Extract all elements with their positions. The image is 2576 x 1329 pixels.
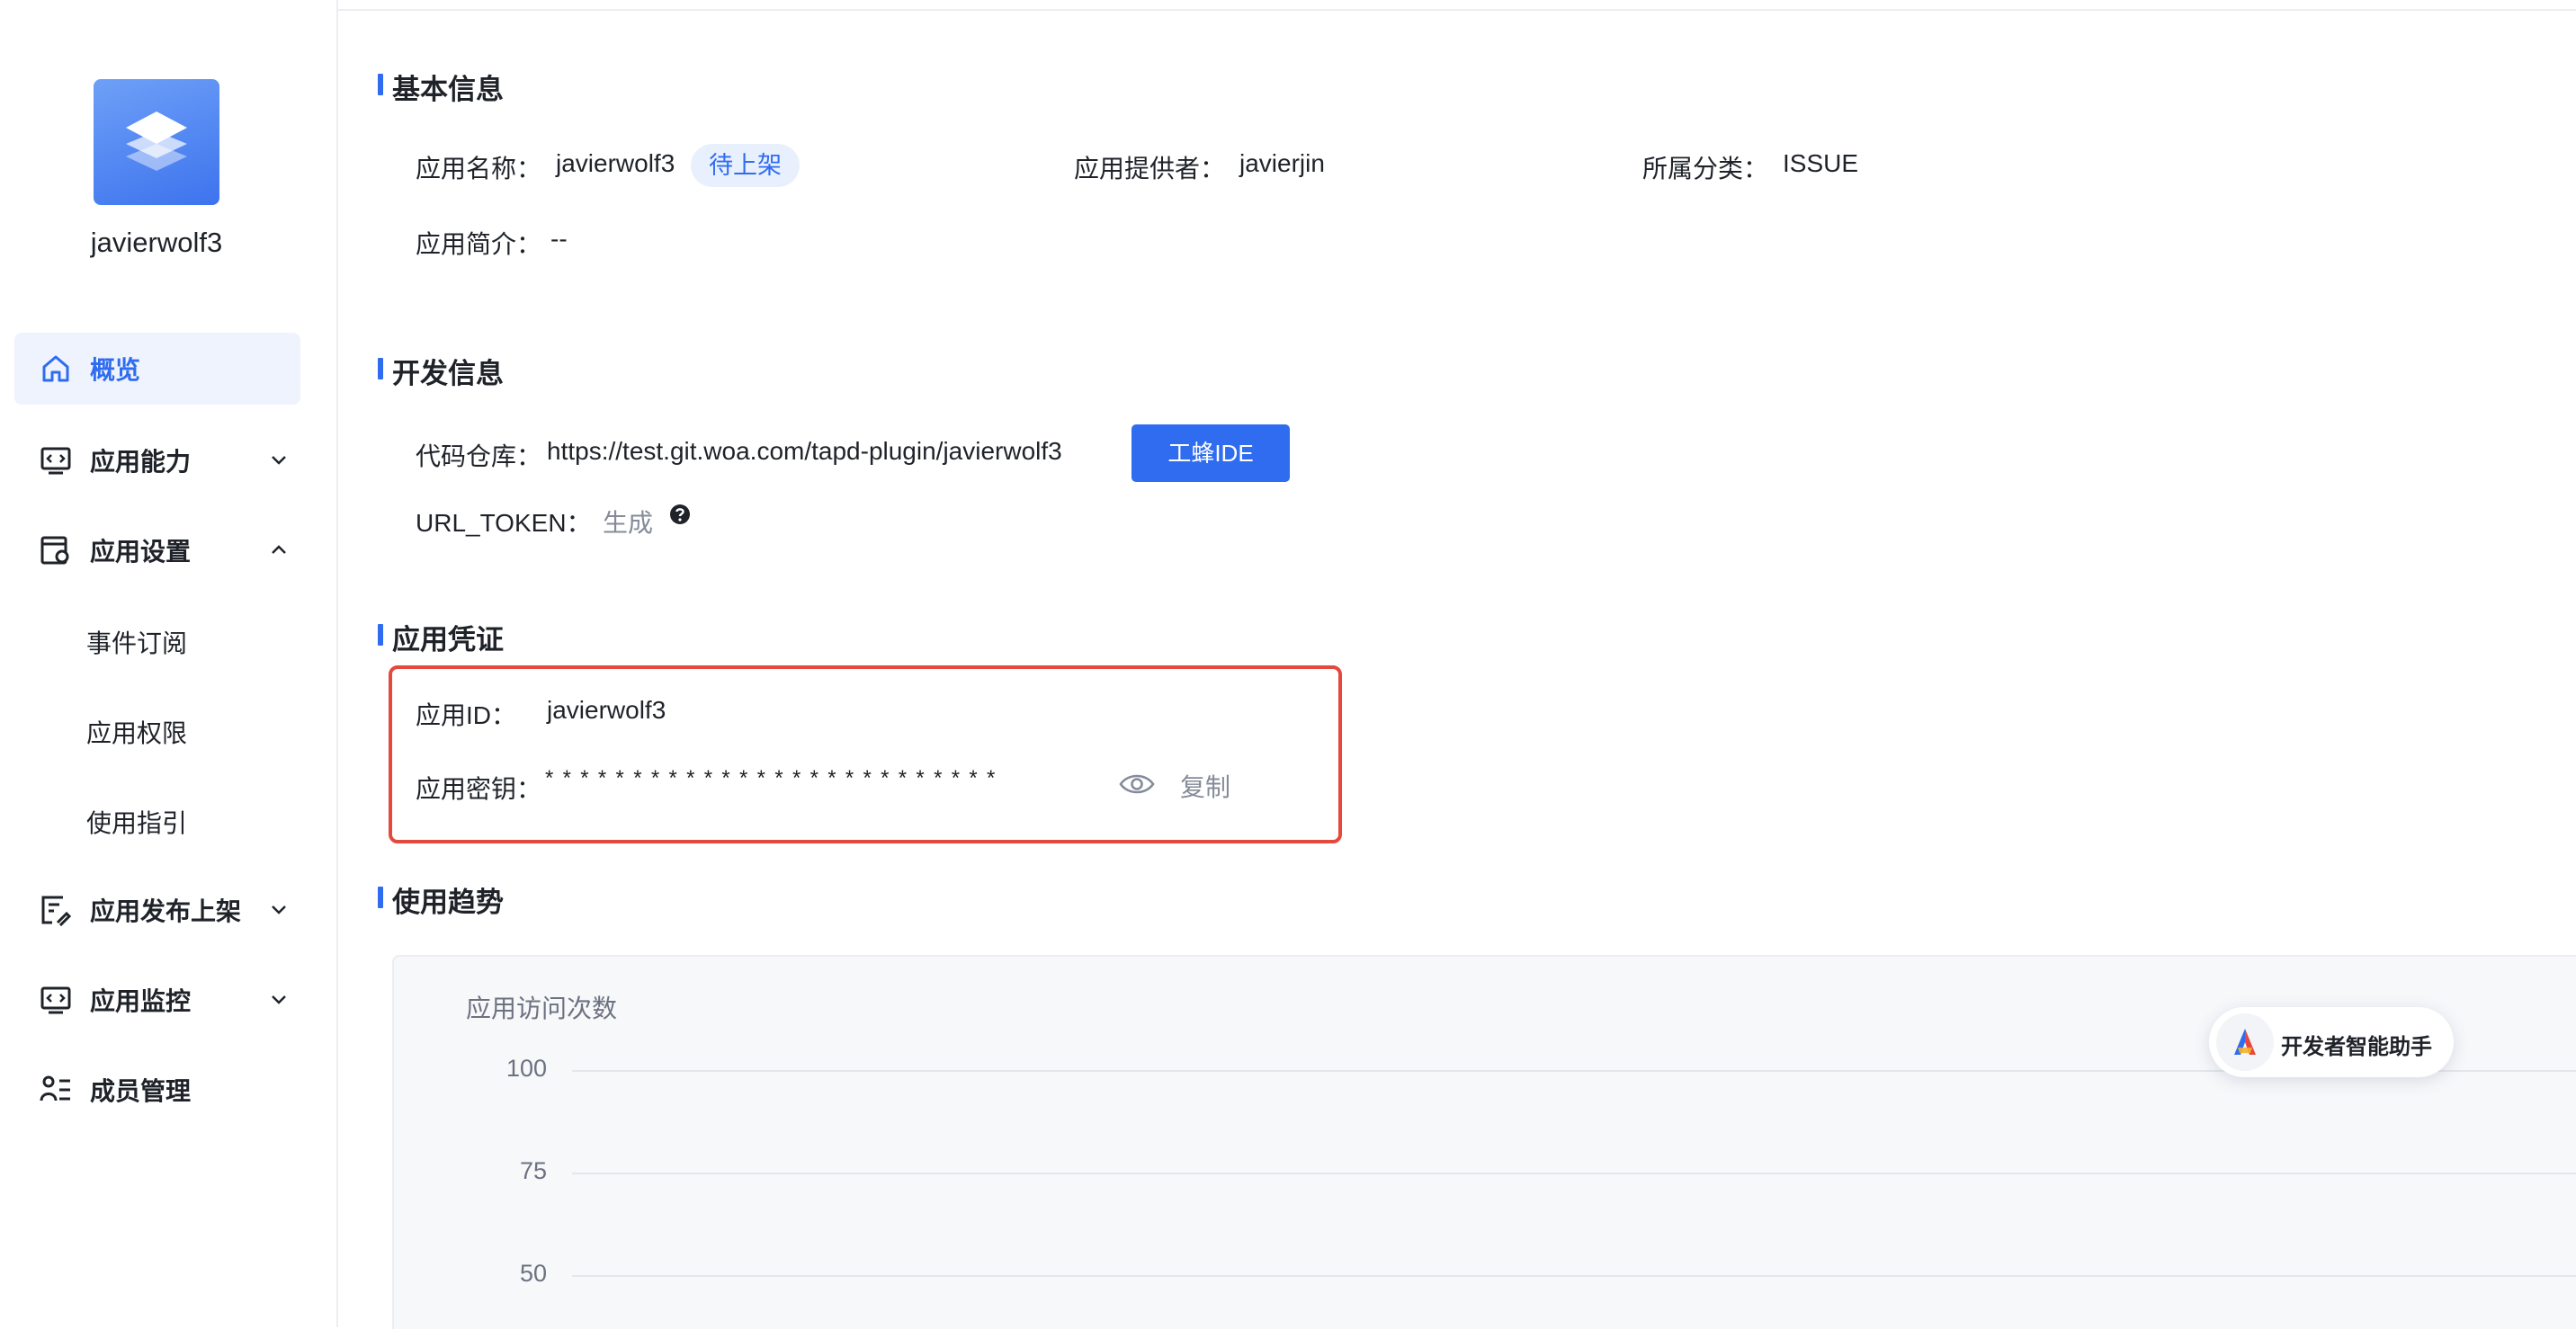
section-title-usage: 使用趋势 — [378, 879, 504, 920]
sidebar-item-label: 应用设置 — [90, 538, 192, 566]
section-title-dev-info: 开发信息 — [378, 351, 504, 391]
top-divider — [0, 0, 2576, 11]
status-badge: 待上架 — [691, 144, 800, 187]
sidebar-item-app-monitor[interactable]: 应用监控 — [14, 964, 300, 1036]
sidebar-item-app-publish[interactable]: 应用发布上架 — [14, 874, 300, 946]
sidebar-item-members[interactable]: 成员管理 — [14, 1054, 300, 1126]
sidebar-item-label: 应用能力 — [90, 448, 192, 476]
chevron-down-icon — [272, 995, 286, 1004]
sidebar-item-label: 应用监控 — [90, 987, 192, 1015]
generate-token-link[interactable]: 生成 — [603, 504, 653, 540]
members-icon — [40, 1075, 70, 1102]
chart-title: 应用访问次数 — [466, 995, 618, 1022]
sidebar-item-app-capabilities[interactable]: 应用能力 — [14, 424, 300, 496]
assistant-button[interactable]: 开发者智能助手 — [2209, 1007, 2454, 1077]
app-name-label: 应用名称： — [416, 155, 542, 183]
provider-value: javierjin — [1239, 149, 1325, 177]
assistant-logo — [2216, 1013, 2274, 1071]
credentials-highlight-box — [389, 665, 1342, 843]
assistant-label: 开发者智能助手 — [2281, 1035, 2432, 1059]
repo-label: 代码仓库： — [416, 442, 542, 470]
y-tick-label: 75 — [519, 1157, 547, 1184]
y-tick-label: 100 — [505, 1055, 547, 1082]
assistant-logo-icon — [2234, 1029, 2256, 1055]
publish-icon — [41, 896, 72, 926]
chevron-down-icon — [272, 905, 286, 914]
app-logo — [94, 79, 219, 205]
app-secret-masked: ************************** — [545, 766, 1005, 790]
section-title-credentials: 应用凭证 — [378, 617, 504, 657]
sidebar-subitem-event-subscription[interactable]: 事件订阅 — [86, 624, 187, 660]
sidebar: javierwolf3 概览 应用能力 应用设置 事件订阅 应用权限 使用指引 — [0, 0, 338, 1327]
home-icon — [42, 355, 69, 382]
help-icon[interactable] — [669, 504, 691, 525]
url-token-label: URL_TOKEN： — [416, 509, 592, 537]
chevron-up-icon — [272, 545, 286, 554]
settings-window-icon — [40, 536, 69, 565]
sidebar-item-label: 成员管理 — [90, 1077, 192, 1105]
app-secret-label: 应用密钥： — [416, 775, 542, 803]
intro-label: 应用简介： — [416, 230, 542, 258]
app-name: javierwolf3 — [90, 227, 223, 258]
chart-gridline — [572, 1173, 2576, 1174]
y-tick-label: 50 — [519, 1260, 547, 1287]
category-value: ISSUE — [1783, 149, 1859, 177]
chevron-down-icon — [272, 456, 286, 465]
intro-value: -- — [550, 225, 568, 253]
layers-icon — [126, 111, 187, 171]
repo-url[interactable]: https://test.git.woa.com/tapd-plugin/jav… — [547, 437, 1062, 466]
chart-gridline — [572, 1275, 2576, 1277]
section-title-basic-info: 基本信息 — [378, 67, 504, 107]
sidebar-item-label: 应用发布上架 — [90, 897, 242, 925]
ide-button[interactable]: 工蜂IDE — [1131, 424, 1290, 482]
category-label: 所属分类： — [1642, 155, 1769, 183]
app-id-label: 应用ID： — [416, 701, 517, 729]
copy-secret-link[interactable]: 复制 — [1180, 768, 1230, 804]
sidebar-subitem-app-permissions[interactable]: 应用权限 — [86, 714, 187, 750]
monitor-icon — [40, 986, 71, 1014]
provider-label: 应用提供者： — [1074, 155, 1226, 183]
sidebar-item-label: 概览 — [90, 356, 141, 384]
app-name-value: javierwolf3 — [556, 149, 675, 177]
code-monitor-icon — [40, 447, 71, 475]
sidebar-subitem-usage-guide[interactable]: 使用指引 — [86, 804, 187, 840]
sidebar-item-app-settings[interactable]: 应用设置 — [14, 514, 300, 586]
app-id-value: javierwolf3 — [547, 696, 666, 724]
eye-icon[interactable] — [1119, 772, 1155, 797]
sidebar-item-overview[interactable]: 概览 — [14, 333, 300, 405]
